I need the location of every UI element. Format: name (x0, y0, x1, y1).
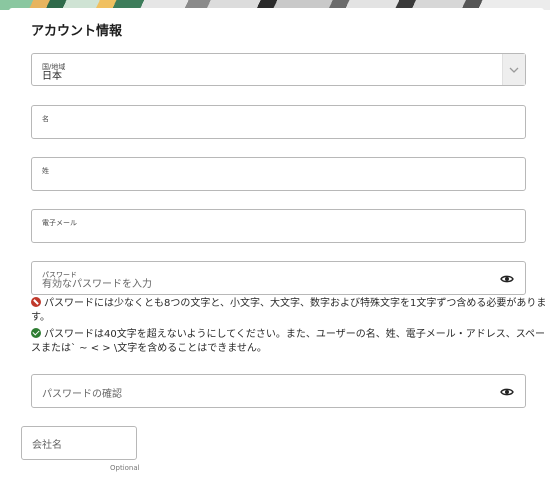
company-placeholder: 会社名 (32, 440, 62, 451)
first-name-field[interactable]: 名 (31, 105, 526, 139)
password-placeholder: 有効なパスワードを入力 (42, 279, 152, 290)
confirm-password-field[interactable]: パスワードの確認 (31, 374, 526, 408)
confirm-password-placeholder: パスワードの確認 (42, 389, 122, 400)
country-select[interactable]: 国/地域 日本 (31, 53, 526, 86)
check-circle-icon (31, 328, 41, 338)
first-name-label: 名 (42, 115, 49, 123)
eye-icon[interactable] (500, 384, 514, 398)
last-name-field[interactable]: 姓 (31, 157, 526, 191)
chevron-down-icon[interactable] (502, 54, 525, 85)
company-optional-hint: Optional (110, 464, 140, 472)
country-value: 日本 (42, 71, 62, 82)
password-field[interactable]: パスワード 有効なパスワードを入力 (31, 261, 526, 295)
section-title: アカウント情報 (31, 24, 123, 39)
eye-icon[interactable] (500, 271, 514, 285)
prohibited-icon (31, 297, 41, 307)
last-name-label: 姓 (42, 167, 49, 175)
company-field[interactable]: 会社名 (21, 426, 137, 460)
password-rule-ok: パスワードは40文字を超えないようにしてください。また、ユーザーの名、姓、電子メ… (31, 328, 546, 354)
password-rule-error: パスワードには少なくとも8つの文字と、小文字、大文字、数字および特殊文字を1文字… (31, 297, 547, 323)
email-field[interactable]: 電子メール (31, 209, 526, 243)
email-label: 電子メール (42, 219, 77, 227)
